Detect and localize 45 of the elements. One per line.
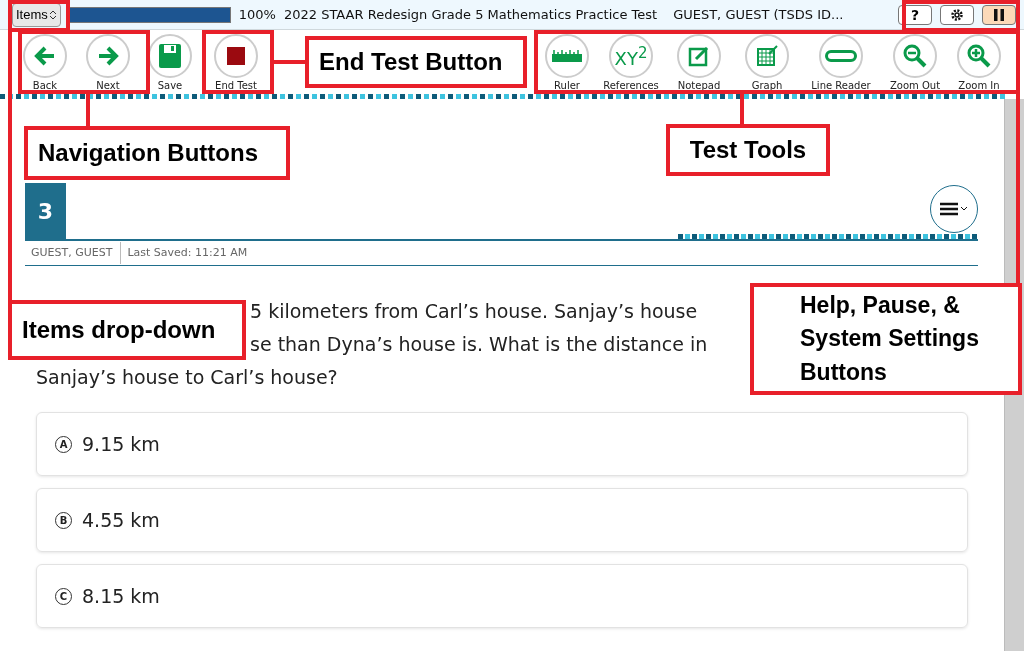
answer-option[interactable]: B 4.55 km — [36, 488, 968, 552]
answer-text: 9.15 km — [82, 433, 160, 455]
ruler-icon — [552, 50, 582, 62]
answer-text: 8.15 km — [82, 585, 160, 607]
left-arrow-icon — [34, 46, 56, 66]
tool-button[interactable]: Notepad — [664, 34, 734, 91]
formula-icon: XY$^{2}$ — [614, 43, 648, 69]
student-name: GUEST, GUEST — [25, 242, 122, 264]
option-letter: C — [55, 587, 72, 605]
callout-label: Items drop-down — [8, 300, 246, 360]
pause-icon — [994, 8, 1004, 21]
menu-icon — [939, 201, 969, 217]
question-text: 5 kilometers from Carl’s house. Sanjay’s house — [250, 299, 698, 324]
answer-option[interactable]: A 9.15 km — [36, 412, 968, 476]
stop-icon — [227, 47, 245, 65]
items-dropdown[interactable]: Items — [12, 2, 61, 27]
answer-text: 4.55 km — [82, 509, 160, 531]
question-text: se than Dyna’s house is. What is the distance in — [250, 332, 708, 357]
zoom-out-icon — [903, 44, 927, 68]
option-letter: A — [55, 435, 72, 453]
item-number: 3 — [25, 183, 66, 239]
zoom-in-icon — [967, 44, 991, 68]
test-title: 2022 STAAR Redesign Grade 5 Mathematics Practice Test — [283, 7, 658, 22]
pause-button[interactable] — [982, 4, 1016, 25]
last-saved: Last Saved: 11:21 AM — [126, 245, 249, 261]
settings-button[interactable] — [940, 4, 974, 25]
notepad-icon — [688, 45, 710, 67]
callout-label: Test Tools — [666, 124, 830, 176]
tool-button[interactable]: Line Reader — [800, 34, 882, 91]
progress-percent: 100% — [238, 7, 276, 22]
grid-icon — [756, 45, 778, 67]
user-name: GUEST, GUEST (TSDS ID... — [673, 7, 844, 22]
item-menu-button[interactable] — [930, 185, 978, 233]
callout-label: Navigation Buttons — [24, 126, 290, 180]
save-icon — [159, 44, 181, 68]
answer-option[interactable]: C 8.15 km — [36, 564, 968, 628]
callout-label: Help, Pause, & System Settings Buttons — [750, 283, 1022, 395]
callout-label: End Test Button — [305, 36, 527, 88]
right-arrow-icon — [97, 46, 119, 66]
updown-caret-icon — [48, 8, 57, 21]
option-letter: B — [55, 511, 72, 529]
nav-button[interactable]: End Test — [200, 34, 272, 91]
gear-icon — [950, 7, 964, 22]
line-reader-icon — [825, 50, 857, 62]
question-text: Sanjay’s house to Carl’s house? — [36, 365, 338, 390]
